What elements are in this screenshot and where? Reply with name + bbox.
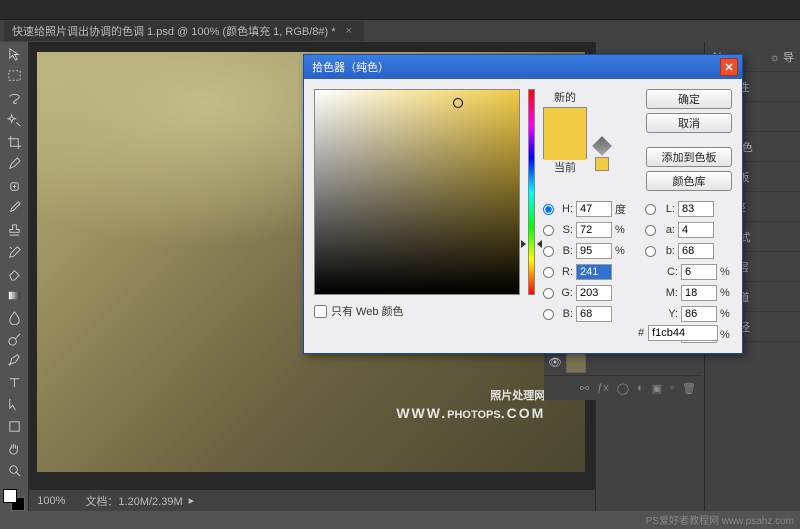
link-icon[interactable]: ⚯ [580, 382, 589, 395]
dropdown-icon[interactable]: ▸ [189, 494, 195, 507]
l-radio[interactable] [645, 204, 656, 215]
path-tool[interactable] [2, 395, 26, 415]
b-input[interactable] [576, 243, 612, 259]
tab-close-icon[interactable]: × [346, 25, 352, 37]
mask-icon[interactable]: ◯ [617, 382, 629, 395]
healing-tool[interactable] [2, 176, 26, 196]
tab-title: 快速给照片调出协调的色调 1.psd @ 100% (颜色填充 1, RGB/8… [12, 23, 336, 39]
new-current-swatch: 新的 当前 [543, 89, 587, 191]
b-radio[interactable] [543, 246, 554, 257]
move-tool[interactable] [2, 45, 26, 65]
color-picker-dialog: 拾色器（纯色） ✕ 只有 Web 颜色 新的 当前 [303, 54, 743, 354]
add-swatch-button[interactable]: 添加到色板 [646, 147, 732, 167]
color-swatches[interactable] [3, 489, 25, 511]
visibility-icon[interactable]: 👁 [548, 356, 562, 370]
wand-tool[interactable] [2, 111, 26, 131]
lab-b-radio[interactable] [645, 246, 656, 257]
menubar [0, 0, 800, 20]
statusbar: 100% 文档：1.20M/2.39M ▸ [29, 489, 595, 511]
r-radio[interactable] [543, 267, 554, 278]
new-layer-icon[interactable]: ▫ [670, 382, 674, 394]
adjustment-icon[interactable]: ◐ [637, 382, 644, 394]
blur-tool[interactable] [2, 307, 26, 327]
folder-icon[interactable]: ▣ [652, 382, 662, 395]
trash-icon[interactable]: 🗑 [682, 382, 696, 395]
dialog-titlebar[interactable]: 拾色器（纯色） ✕ [304, 55, 742, 79]
brush-tool[interactable] [2, 198, 26, 218]
c-input[interactable] [681, 264, 717, 280]
stamp-tool[interactable] [2, 220, 26, 240]
l-input[interactable] [678, 201, 714, 217]
s-radio[interactable] [543, 225, 554, 236]
cancel-button[interactable]: 取消 [646, 113, 732, 133]
gamut-warning-icon[interactable] [592, 136, 612, 156]
fx-icon[interactable]: ƒx [597, 382, 609, 394]
y-input[interactable] [681, 306, 717, 322]
color-field[interactable] [314, 89, 520, 295]
b2-radio[interactable] [543, 309, 554, 320]
document-tab[interactable]: 快速给照片调出协调的色调 1.psd @ 100% (颜色填充 1, RGB/8… [4, 21, 364, 41]
m-input[interactable] [681, 285, 717, 301]
field-cursor-icon [453, 98, 463, 108]
hex-input[interactable] [648, 325, 718, 341]
s-input[interactable] [576, 222, 612, 238]
document-tabs: 快速给照片调出协调的色调 1.psd @ 100% (颜色填充 1, RGB/8… [0, 20, 800, 42]
hand-tool[interactable] [2, 438, 26, 458]
lab-b-input[interactable] [678, 243, 714, 259]
eraser-tool[interactable] [2, 264, 26, 284]
h-radio[interactable] [543, 204, 554, 215]
history-brush-tool[interactable] [2, 242, 26, 262]
r-input[interactable] [576, 264, 612, 280]
b2-input[interactable] [576, 306, 612, 322]
h-input[interactable] [576, 201, 612, 217]
pen-tool[interactable] [2, 351, 26, 371]
ok-button[interactable]: 确定 [646, 89, 732, 109]
type-tool[interactable] [2, 373, 26, 393]
marquee-tool[interactable] [2, 67, 26, 87]
web-only-checkbox[interactable]: 只有 Web 颜色 [314, 303, 520, 319]
attribution: PS爱好者教程网 www.psahz.com [646, 512, 794, 527]
layer-buttons: ⚯ ƒx ◯ ◐ ▣ ▫ 🗑 [544, 376, 702, 400]
tools-panel [0, 42, 29, 511]
lasso-tool[interactable] [2, 89, 26, 109]
shape-tool[interactable] [2, 417, 26, 437]
color-library-button[interactable]: 颜色库 [646, 171, 732, 191]
layer-thumb [566, 353, 586, 373]
a-input[interactable] [678, 222, 714, 238]
doc-info: 文档：1.20M/2.39M [85, 493, 182, 509]
g-input[interactable] [576, 285, 612, 301]
watermark: 照片处理网 WWW.PHOTOPS.COM [396, 389, 545, 422]
g-radio[interactable] [543, 288, 554, 299]
hex-label: # [638, 327, 644, 339]
gamut-swatch[interactable] [595, 157, 609, 171]
eyedropper-tool[interactable] [2, 154, 26, 174]
a-radio[interactable] [645, 225, 656, 236]
close-button[interactable]: ✕ [720, 58, 738, 76]
zoom-tool[interactable] [2, 460, 26, 480]
zoom-level[interactable]: 100% [37, 495, 65, 507]
crop-tool[interactable] [2, 132, 26, 152]
dodge-tool[interactable] [2, 329, 26, 349]
hue-slider[interactable] [528, 89, 535, 295]
gradient-tool[interactable] [2, 285, 26, 305]
dialog-title: 拾色器（纯色） [312, 59, 389, 75]
